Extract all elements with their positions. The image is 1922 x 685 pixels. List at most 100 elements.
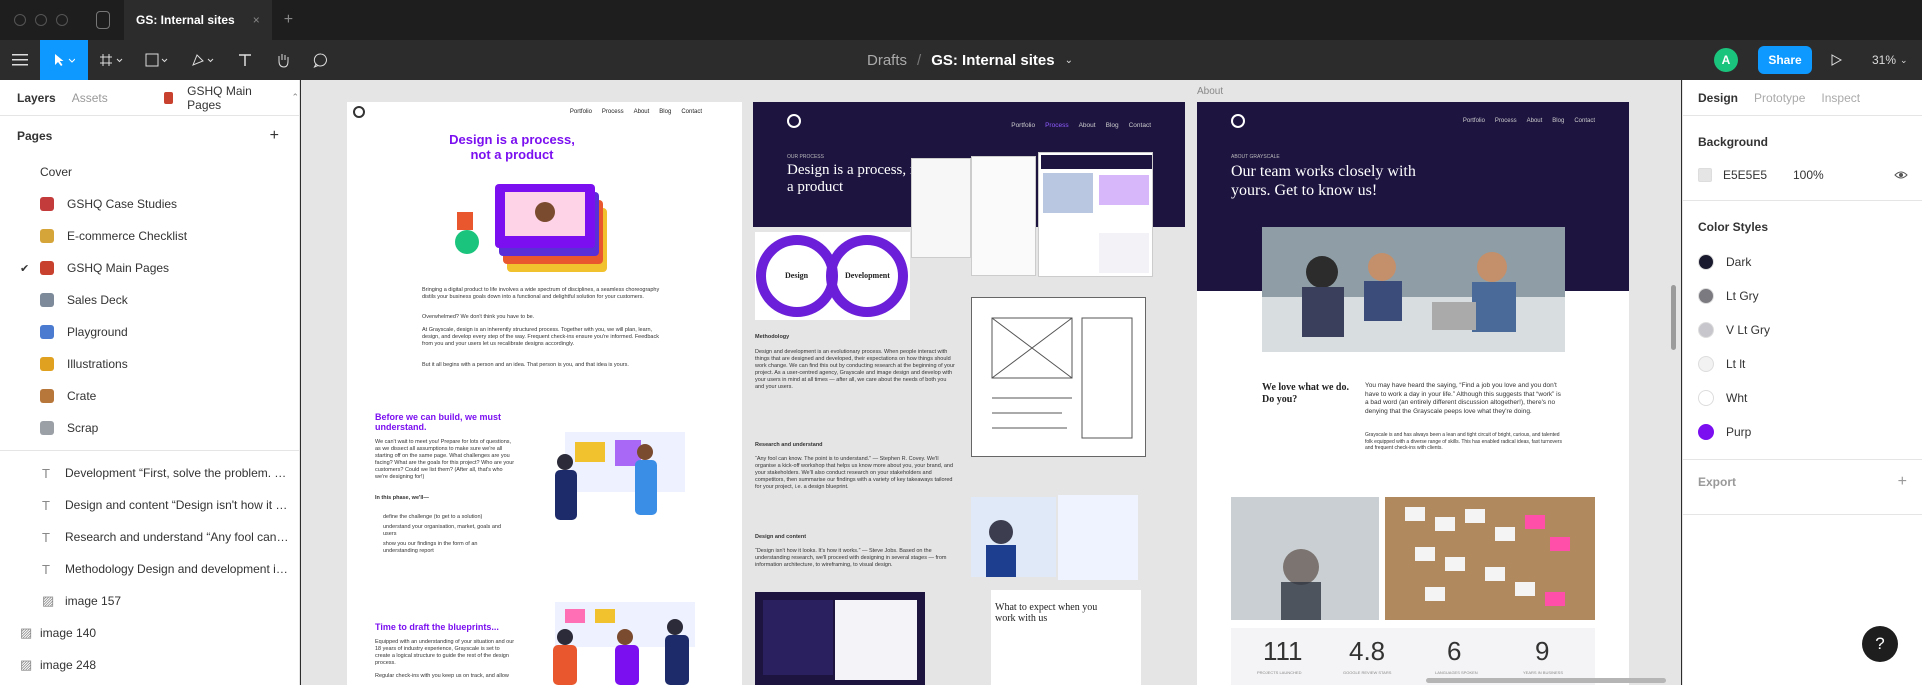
layer-label: image 157 <box>65 594 122 608</box>
file-tab[interactable]: GS: Internal sites × <box>124 0 272 40</box>
frame-tool-icon[interactable] <box>88 40 134 80</box>
hand-tool-icon[interactable] <box>264 40 302 80</box>
page-item-main-pages[interactable]: ✔ GSHQ Main Pages <box>0 252 299 284</box>
color-swatch <box>1698 288 1714 304</box>
nav-link: Contact <box>1574 118 1595 124</box>
page-item-playground[interactable]: Playground <box>0 316 299 348</box>
page-item-illustrations[interactable]: Illustrations <box>0 348 299 380</box>
stat-value: 9 <box>1535 636 1550 666</box>
page-emoji-icon <box>40 197 54 211</box>
intro-paragraph-2: Overwhelmed? We don't think you have to … <box>422 314 535 320</box>
page-item-scrap[interactable]: Scrap <box>0 412 299 444</box>
background-hex-input[interactable]: E5E5E5 <box>1723 168 1767 182</box>
layer-label: Development “First, solve the problem. T… <box>65 466 290 480</box>
add-page-icon[interactable]: + <box>270 127 279 145</box>
move-tool-icon[interactable] <box>40 40 88 80</box>
section-heading: Before we can build, we must understand. <box>375 412 502 432</box>
layer-item[interactable]: T Design and content “Design isn't how i… <box>0 489 299 521</box>
whiteboard-photo <box>1231 497 1379 620</box>
text-icon: T <box>42 529 50 545</box>
new-tab-icon[interactable]: + <box>284 11 293 29</box>
share-button[interactable]: Share <box>1758 46 1812 74</box>
nav-link: Process <box>601 109 624 115</box>
vertical-scrollbar[interactable] <box>1671 285 1676 350</box>
zoom-dropdown[interactable]: 31% ⌄ <box>1872 40 1908 80</box>
file-tab-title: GS: Internal sites <box>136 13 235 27</box>
right-panel: Design Prototype Inspect Background E5E5… <box>1682 80 1922 685</box>
artboard-process-dark[interactable]: Portfolio Process About Blog Contact OUR… <box>753 102 1185 685</box>
color-swatch <box>1698 254 1714 270</box>
site-nav: Portfolio Process About Blog Contact <box>1463 118 1595 124</box>
close-tab-icon[interactable]: × <box>253 13 260 27</box>
color-style-item[interactable]: Lt lt <box>1683 347 1922 381</box>
page-item-ecommerce-checklist[interactable]: E-commerce Checklist <box>0 220 299 252</box>
chevron-down-icon[interactable]: ⌄ <box>1065 55 1073 66</box>
background-fill-row: E5E5E5 100% <box>1683 160 1922 190</box>
current-page-dropdown[interactable]: GSHQ Main Pages ⌃ <box>163 84 299 112</box>
checkmark-icon: ✔ <box>20 262 30 275</box>
image-icon: ▨ <box>20 657 33 672</box>
artboard-about-page[interactable]: Portfolio Process About Blog Contact ABO… <box>1197 102 1629 685</box>
layer-item[interactable]: T Methodology Design and development is.… <box>0 553 299 585</box>
shape-tool-icon[interactable] <box>134 40 180 80</box>
page-label: GSHQ Main Pages <box>67 261 170 275</box>
minimize-window-button[interactable] <box>35 14 47 26</box>
zoom-value: 31% <box>1872 53 1897 67</box>
color-style-item[interactable]: Purp <box>1683 415 1922 449</box>
figma-home-icon[interactable] <box>96 11 110 29</box>
canvas[interactable]: Portfolio Process About Blog Contact Des… <box>301 80 1681 685</box>
color-style-name: Purp <box>1726 425 1752 439</box>
nav-link: About <box>633 109 650 115</box>
page-item-cover[interactable]: Cover <box>0 156 299 188</box>
layer-item[interactable]: T Development “First, solve the problem.… <box>0 457 299 489</box>
tab-layers[interactable]: Layers <box>17 91 56 105</box>
hero-headline: Our team works closely with yours. Get t… <box>1231 163 1416 199</box>
blueprint-illustration <box>535 597 705 685</box>
layer-item[interactable]: T Research and understand “Any fool can … <box>0 521 299 553</box>
present-play-icon[interactable] <box>1830 40 1842 80</box>
page-item-case-studies[interactable]: GSHQ Case Studies <box>0 188 299 220</box>
nav-link: Blog <box>1552 118 1565 124</box>
artboard-process-page[interactable]: Portfolio Process About Blog Contact Des… <box>347 102 742 685</box>
page-item-crate[interactable]: Crate <box>0 380 299 412</box>
breadcrumb-drafts[interactable]: Drafts <box>867 52 907 69</box>
hero-illustration <box>447 172 617 282</box>
tab-inspect[interactable]: Inspect <box>1821 91 1860 105</box>
main-menu-icon[interactable] <box>0 40 40 80</box>
color-style-item[interactable]: Lt Gry <box>1683 279 1922 313</box>
close-window-button[interactable] <box>14 14 26 26</box>
background-swatch[interactable] <box>1698 168 1712 182</box>
text-tool-icon[interactable] <box>226 40 264 80</box>
tab-prototype[interactable]: Prototype <box>1754 91 1805 105</box>
tab-assets[interactable]: Assets <box>72 91 108 105</box>
layers-list: T Development “First, solve the problem.… <box>0 457 299 681</box>
layer-item[interactable]: ▨ image 140 <box>0 617 299 649</box>
page-emoji-icon <box>40 389 54 403</box>
layer-label: Design and content “Design isn't how it … <box>65 498 290 512</box>
bullet-item: understand your organisation, market, go… <box>383 524 502 537</box>
eyebrow: ABOUT GRAYSCALE <box>1231 154 1280 160</box>
add-export-icon[interactable]: + <box>1898 473 1907 491</box>
page-item-sales-deck[interactable]: Sales Deck <box>0 284 299 316</box>
visibility-eye-icon[interactable] <box>1894 168 1908 183</box>
color-style-item[interactable]: V Lt Gry <box>1683 313 1922 347</box>
comment-tool-icon[interactable] <box>302 40 340 80</box>
methodology-body: Design and development is an evolutionar… <box>755 349 955 390</box>
help-button[interactable]: ? <box>1862 626 1898 662</box>
color-style-item[interactable]: Dark <box>1683 245 1922 279</box>
background-opacity-input[interactable]: 100% <box>1793 168 1824 182</box>
layer-item[interactable]: ▨ image 248 <box>0 649 299 681</box>
export-section: Export + <box>1683 460 1922 504</box>
pen-tool-icon[interactable] <box>180 40 226 80</box>
color-style-item[interactable]: Wht <box>1683 381 1922 415</box>
horizontal-scrollbar[interactable] <box>1426 678 1666 683</box>
page-label: Cover <box>40 165 73 179</box>
tab-design[interactable]: Design <box>1698 91 1738 105</box>
avatar[interactable]: A <box>1714 48 1738 72</box>
breadcrumb-separator: / <box>917 51 922 69</box>
layer-item[interactable]: ▨ image 157 <box>0 585 299 617</box>
nav-link: Blog <box>659 109 672 115</box>
zoom-window-button[interactable] <box>56 14 68 26</box>
intro-paragraph-4: But it all begins with a person and an i… <box>422 362 629 368</box>
breadcrumb-file-name[interactable]: GS: Internal sites <box>931 52 1054 69</box>
